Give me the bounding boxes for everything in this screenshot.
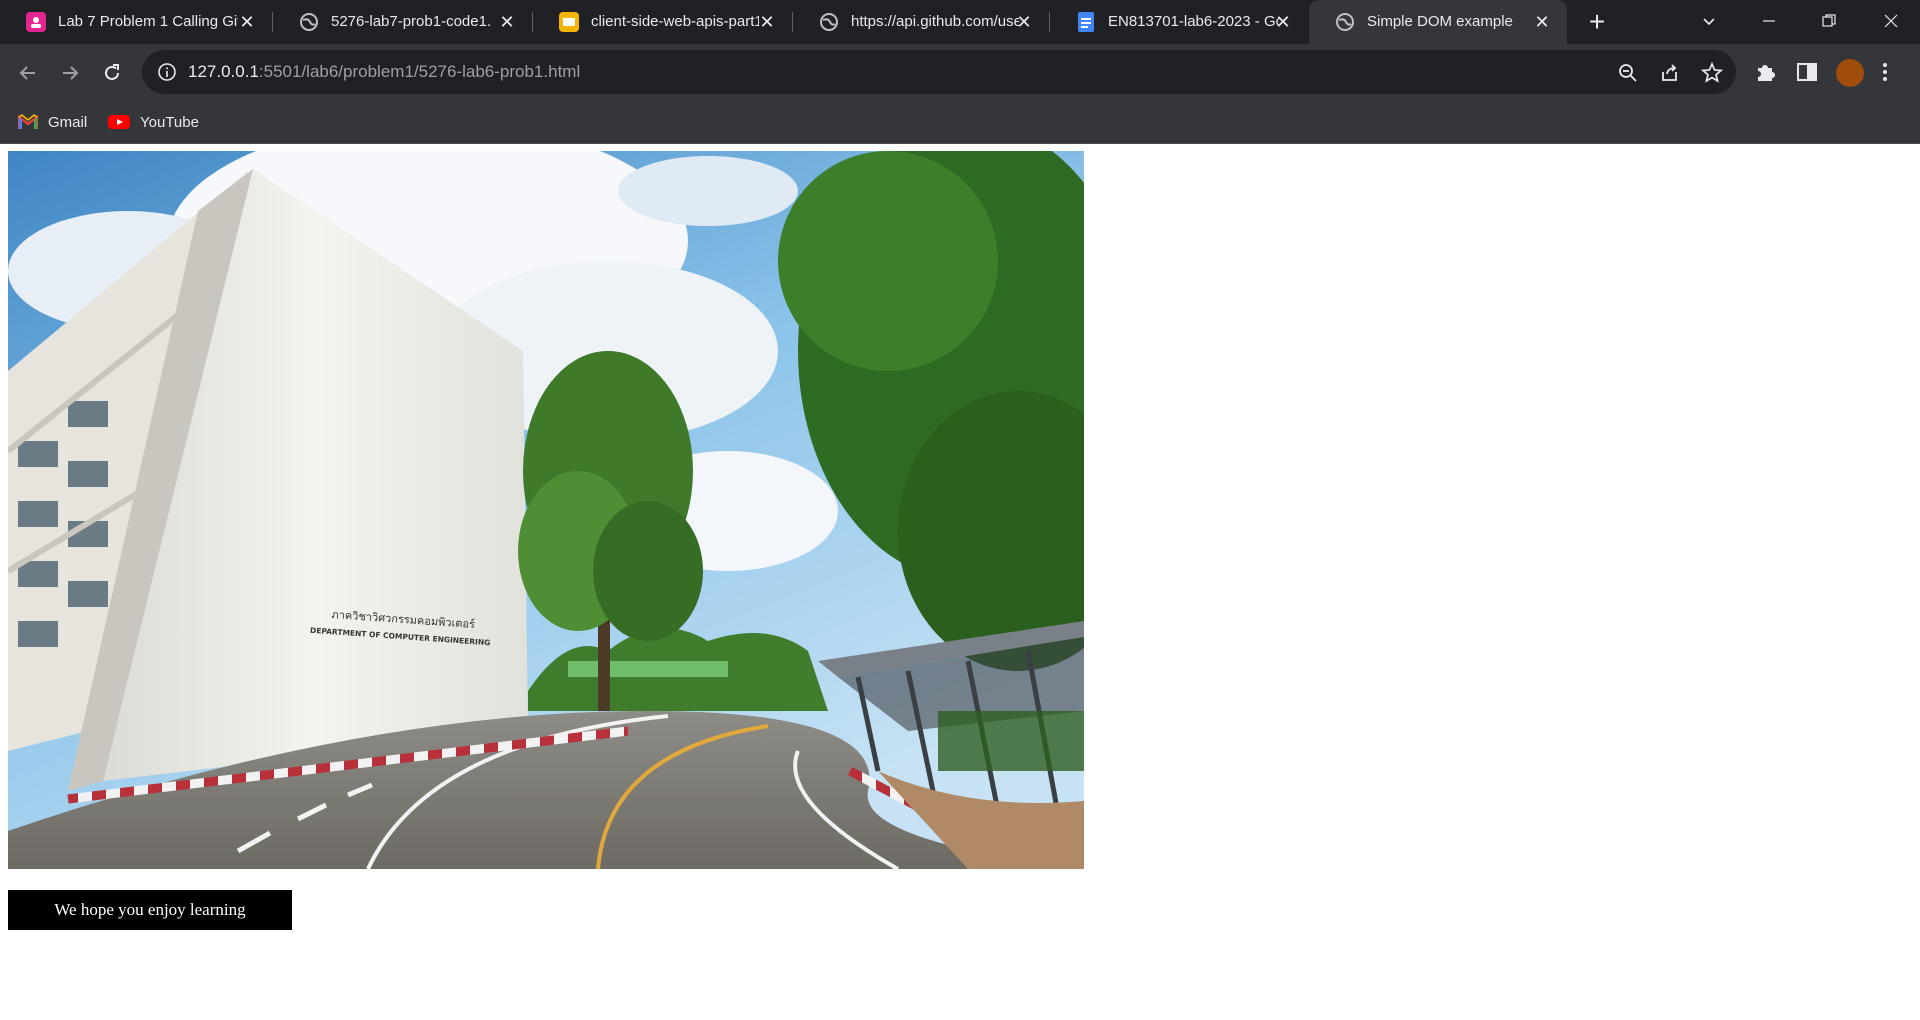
close-icon[interactable]: ✕ bbox=[234, 9, 260, 35]
globe-icon bbox=[299, 12, 319, 32]
close-window-button[interactable] bbox=[1862, 0, 1920, 40]
bookmark-star-icon[interactable] bbox=[1700, 61, 1724, 85]
youtube-icon bbox=[108, 115, 130, 129]
back-button[interactable] bbox=[12, 56, 44, 88]
globe-icon bbox=[819, 12, 839, 32]
tab-title: Simple DOM example bbox=[1367, 13, 1513, 30]
url-host: 127.0.0.1 bbox=[188, 62, 259, 81]
tab-en813701-lab6-docs[interactable]: EN813701-lab6-2023 - Google Docs ✕ bbox=[1050, 0, 1308, 44]
forward-button[interactable] bbox=[54, 56, 86, 88]
minimize-button[interactable] bbox=[1740, 0, 1798, 40]
tab-title: client-side-web-apis-part1 bbox=[591, 13, 759, 30]
bookmark-label: YouTube bbox=[140, 113, 199, 131]
message-banner: We hope you enjoy learning bbox=[8, 890, 292, 930]
globe-icon bbox=[1335, 12, 1355, 32]
arrow-right-icon bbox=[63, 66, 79, 80]
zoom-icon[interactable] bbox=[1616, 61, 1640, 85]
tab-client-side-web-apis[interactable]: client-side-web-apis-part1 ✕ bbox=[533, 0, 792, 44]
tab-prob1-code1[interactable]: 5276-lab7-prob1-code1.png ✕ bbox=[273, 0, 532, 44]
extensions-icon[interactable] bbox=[1752, 59, 1778, 85]
slides-icon bbox=[559, 12, 579, 32]
chevron-down-icon bbox=[1703, 18, 1715, 26]
browser-toolbar: 127.0.0.1:5501/lab6/problem1/5276-lab6-p… bbox=[0, 44, 1920, 100]
bookmark-gmail[interactable]: Gmail bbox=[18, 110, 87, 134]
reload-button[interactable] bbox=[96, 56, 128, 88]
info-icon[interactable] bbox=[156, 61, 178, 83]
close-icon[interactable]: ✕ bbox=[1011, 9, 1037, 35]
campus-building-photo: ภาควิชาวิศวกรรมคอมพิวเตอร์ DEPARTMENT OF… bbox=[8, 151, 1084, 869]
restore-button[interactable] bbox=[1800, 0, 1858, 40]
tab-strip: Lab 7 Problem 1 Calling GitHub API ✕ 527… bbox=[0, 0, 1920, 44]
tab-title: Lab 7 Problem 1 Calling GitHub API bbox=[58, 13, 238, 30]
close-icon[interactable]: ✕ bbox=[1270, 9, 1296, 35]
gmail-icon bbox=[18, 114, 38, 129]
tab-title: 5276-lab7-prob1-code1.png bbox=[331, 13, 491, 30]
tab-github-api-users[interactable]: https://api.github.com/users ✕ bbox=[793, 0, 1049, 44]
kebab-menu-icon[interactable] bbox=[1878, 59, 1892, 85]
new-tab-button[interactable]: + bbox=[1582, 8, 1612, 38]
close-icon[interactable]: ✕ bbox=[1529, 9, 1555, 35]
arrow-left-icon bbox=[19, 66, 35, 80]
url-path: :5501/lab6/problem1/5276-lab6-prob1.html bbox=[258, 62, 581, 81]
minimize-icon bbox=[1763, 20, 1775, 22]
reload-icon bbox=[105, 64, 119, 81]
close-icon[interactable]: ✕ bbox=[494, 9, 520, 35]
restore-icon bbox=[1822, 14, 1836, 27]
close-icon bbox=[1884, 14, 1898, 28]
tab-title: https://api.github.com/users bbox=[851, 13, 1019, 30]
page-content: ภาควิชาวิศวกรรมคอมพิวเตอร์ DEPARTMENT OF… bbox=[0, 144, 1920, 1020]
docs-icon bbox=[1078, 12, 1094, 32]
bookmark-youtube[interactable]: YouTube bbox=[108, 110, 199, 134]
bookmark-label: Gmail bbox=[48, 113, 88, 131]
close-icon[interactable]: ✕ bbox=[754, 9, 780, 35]
tab-title: EN813701-lab6-2023 - Google Docs bbox=[1108, 13, 1280, 30]
side-panel-icon[interactable] bbox=[1794, 59, 1820, 85]
tab-simple-dom-example[interactable]: Simple DOM example ✕ bbox=[1309, 0, 1567, 44]
share-icon[interactable] bbox=[1658, 61, 1682, 85]
classroom-icon bbox=[26, 12, 46, 32]
url-text[interactable]: 127.0.0.1:5501/lab6/problem1/5276-lab6-p… bbox=[188, 62, 580, 82]
tab-lab7-problem1[interactable]: Lab 7 Problem 1 Calling GitHub API ✕ bbox=[0, 0, 272, 44]
bookmarks-bar: Gmail YouTube bbox=[0, 100, 1920, 144]
profile-avatar[interactable] bbox=[1836, 59, 1864, 87]
tab-search-button[interactable] bbox=[1680, 0, 1738, 40]
address-bar[interactable]: 127.0.0.1:5501/lab6/problem1/5276-lab6-p… bbox=[142, 50, 1736, 94]
